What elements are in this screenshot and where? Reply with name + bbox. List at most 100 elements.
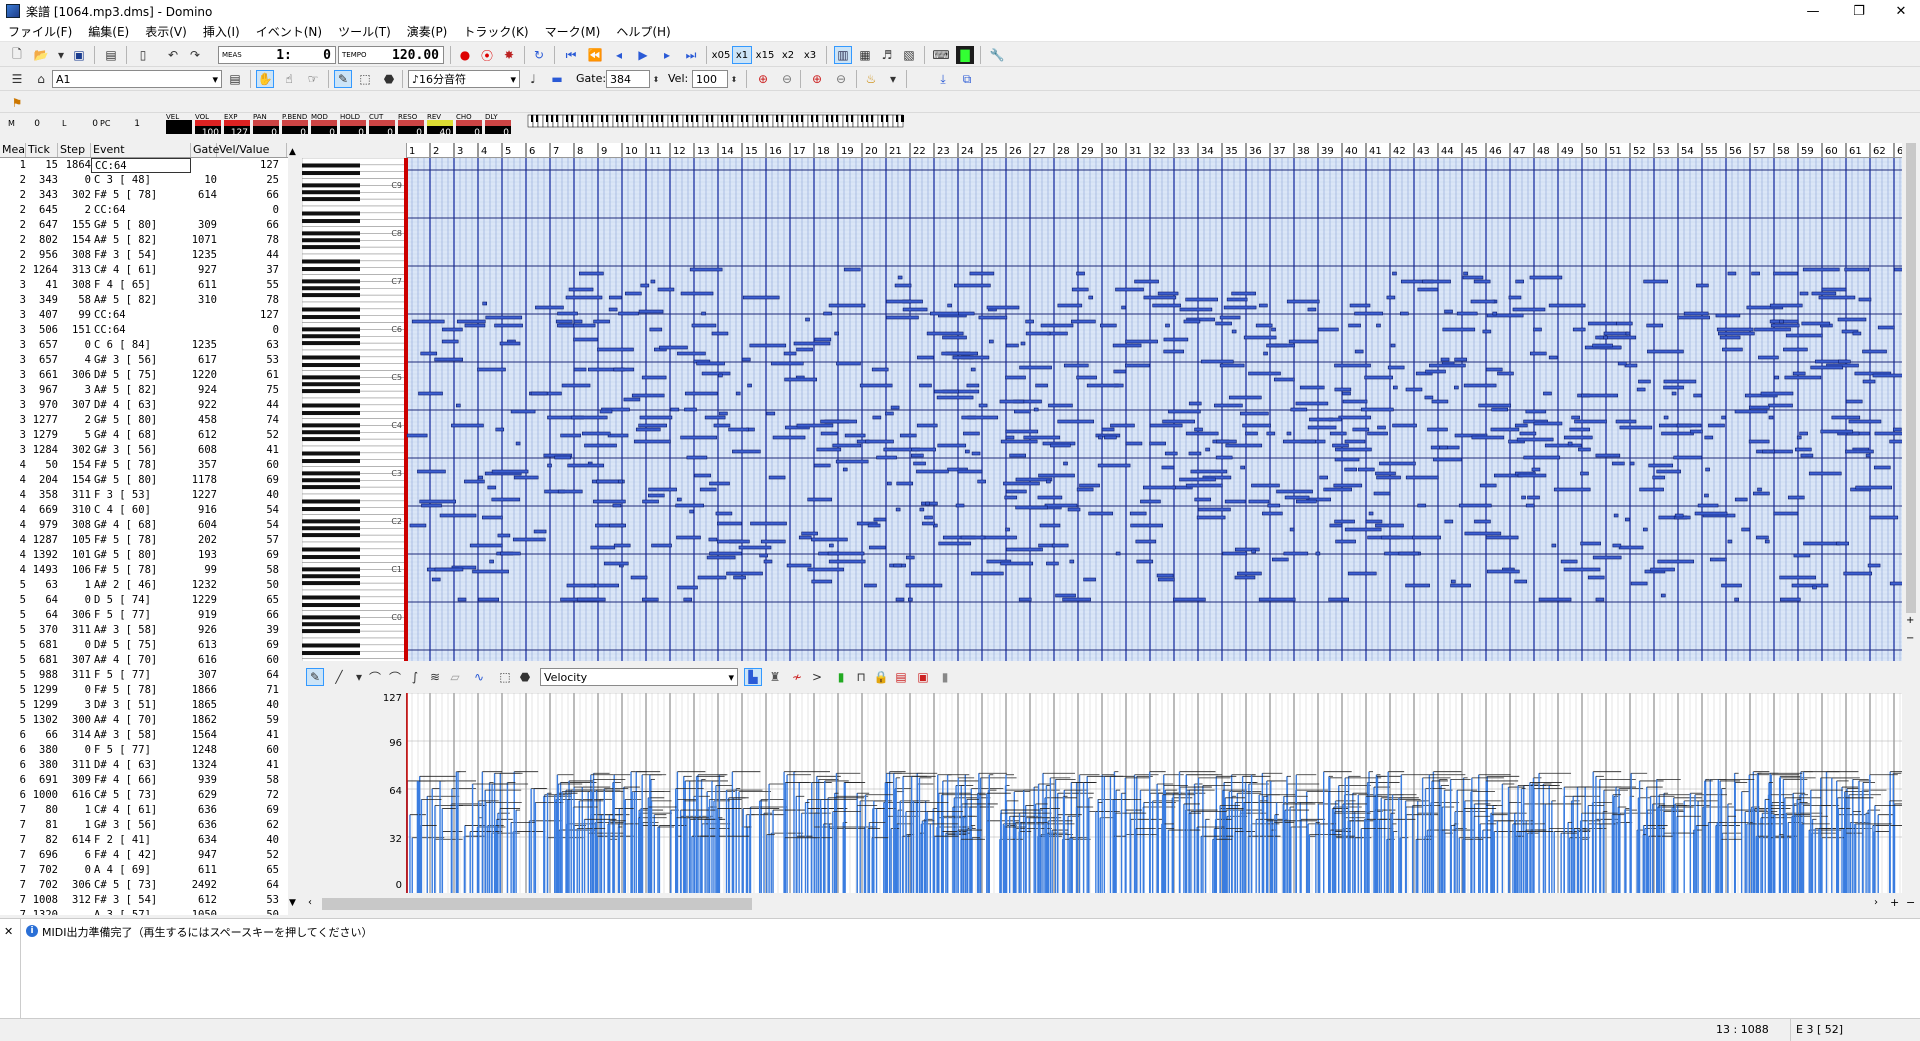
note[interactable]	[420, 351, 438, 356]
note[interactable]	[1259, 303, 1268, 308]
note[interactable]	[954, 283, 991, 288]
note[interactable]	[1006, 547, 1043, 552]
note[interactable]	[1006, 489, 1027, 494]
note[interactable]	[890, 405, 900, 410]
compress-icon[interactable]: >	[808, 668, 826, 686]
note[interactable]	[820, 431, 838, 436]
note[interactable]	[1548, 355, 1558, 360]
note[interactable]	[1219, 315, 1241, 320]
event-row[interactable]: 3 657 4 G# 3 [ 56] 617 53	[0, 353, 288, 368]
note[interactable]	[1874, 431, 1902, 436]
hand-tool-icon[interactable]: ✋	[256, 70, 274, 88]
note[interactable]	[1347, 571, 1377, 576]
note[interactable]	[1115, 551, 1121, 556]
note[interactable]	[1603, 331, 1629, 336]
note[interactable]	[966, 383, 980, 388]
note[interactable]	[1125, 339, 1158, 344]
menu-mark[interactable]: マーク(M)	[537, 23, 609, 40]
hscroll-thumb[interactable]	[322, 898, 752, 910]
note[interactable]	[1486, 569, 1520, 574]
note[interactable]	[1615, 321, 1633, 326]
mini-key[interactable]	[852, 114, 859, 128]
note[interactable]	[1463, 383, 1497, 388]
note[interactable]	[1571, 415, 1580, 420]
note[interactable]	[1379, 461, 1416, 466]
note[interactable]	[499, 341, 521, 346]
note[interactable]	[491, 497, 521, 502]
note[interactable]	[807, 497, 832, 502]
event-row[interactable]: 3 41 308 F 4 [ 65] 611 55	[0, 278, 288, 293]
note[interactable]	[1869, 515, 1899, 520]
note[interactable]	[1129, 511, 1147, 516]
note[interactable]	[1149, 423, 1183, 428]
note[interactable]	[1069, 559, 1075, 564]
note[interactable]	[1005, 527, 1010, 532]
limit-icon[interactable]: ≁	[788, 668, 806, 686]
note[interactable]	[641, 597, 659, 602]
ctrl-curve3-icon[interactable]: ∫	[406, 668, 424, 686]
note[interactable]	[738, 545, 772, 550]
loop-icon[interactable]: ↻	[530, 46, 548, 64]
ctrl-select-icon[interactable]: ⬚	[496, 668, 514, 686]
zoom-v-in-icon[interactable]: ⊕	[808, 70, 826, 88]
note[interactable]	[638, 423, 667, 428]
note[interactable]	[1332, 443, 1349, 448]
note[interactable]	[1273, 377, 1295, 382]
note[interactable]	[1704, 493, 1709, 498]
note[interactable]	[1003, 481, 1040, 486]
note[interactable]	[1519, 431, 1537, 436]
mixer-meters[interactable]: M 0 L 0 PC 1VEL VOL100EXP127PAN0P.BEND0MOD0HOL…	[0, 113, 910, 143]
event-row[interactable]: 2 802 154 A# 5 [ 82] 1071 78	[0, 233, 288, 248]
note[interactable]	[1893, 427, 1902, 432]
event-row[interactable]: 2 647 155 G# 5 [ 80] 309 66	[0, 218, 288, 233]
note[interactable]	[1076, 375, 1097, 380]
note[interactable]	[895, 597, 905, 602]
level-icon[interactable]: ▮	[832, 668, 850, 686]
note[interactable]	[1693, 393, 1702, 398]
note[interactable]	[1619, 425, 1653, 430]
note[interactable]	[871, 367, 889, 372]
note[interactable]	[760, 539, 786, 544]
note[interactable]	[1018, 597, 1032, 602]
note[interactable]	[1425, 369, 1446, 374]
new-file-icon[interactable]: 🗋	[8, 46, 26, 64]
note[interactable]	[1194, 427, 1203, 432]
note[interactable]	[618, 479, 623, 484]
note[interactable]	[1013, 409, 1031, 414]
note[interactable]	[648, 487, 677, 492]
gray-bar-icon[interactable]: ▮	[936, 668, 954, 686]
note[interactable]	[1364, 375, 1393, 380]
note[interactable]	[1251, 483, 1280, 488]
note[interactable]	[1727, 271, 1737, 276]
note[interactable]	[1734, 597, 1739, 602]
note[interactable]	[657, 287, 675, 292]
note[interactable]	[816, 447, 842, 452]
note[interactable]	[1799, 291, 1809, 296]
note[interactable]	[1376, 475, 1401, 480]
note[interactable]	[1328, 597, 1349, 602]
note[interactable]	[680, 291, 714, 296]
note[interactable]	[512, 537, 546, 542]
note[interactable]	[835, 459, 869, 464]
note[interactable]	[1162, 419, 1195, 424]
note[interactable]	[1005, 435, 1015, 440]
note[interactable]	[1198, 507, 1231, 512]
note[interactable]	[1231, 291, 1256, 296]
prev-icon[interactable]: ◂	[610, 46, 628, 64]
note[interactable]	[639, 415, 673, 420]
note[interactable]	[560, 433, 581, 438]
note[interactable]	[1450, 583, 1471, 588]
note[interactable]	[952, 355, 990, 360]
note[interactable]	[1624, 363, 1638, 368]
note[interactable]	[1515, 279, 1524, 284]
note[interactable]	[1560, 559, 1578, 564]
properties-icon[interactable]: ▤	[102, 46, 120, 64]
note[interactable]	[1113, 369, 1127, 374]
note[interactable]	[1342, 399, 1368, 404]
note[interactable]	[1424, 395, 1434, 400]
note[interactable]	[938, 541, 972, 546]
note[interactable]	[1660, 593, 1666, 598]
note[interactable]	[1838, 359, 1851, 364]
note[interactable]	[1240, 411, 1269, 416]
note[interactable]	[834, 331, 839, 336]
